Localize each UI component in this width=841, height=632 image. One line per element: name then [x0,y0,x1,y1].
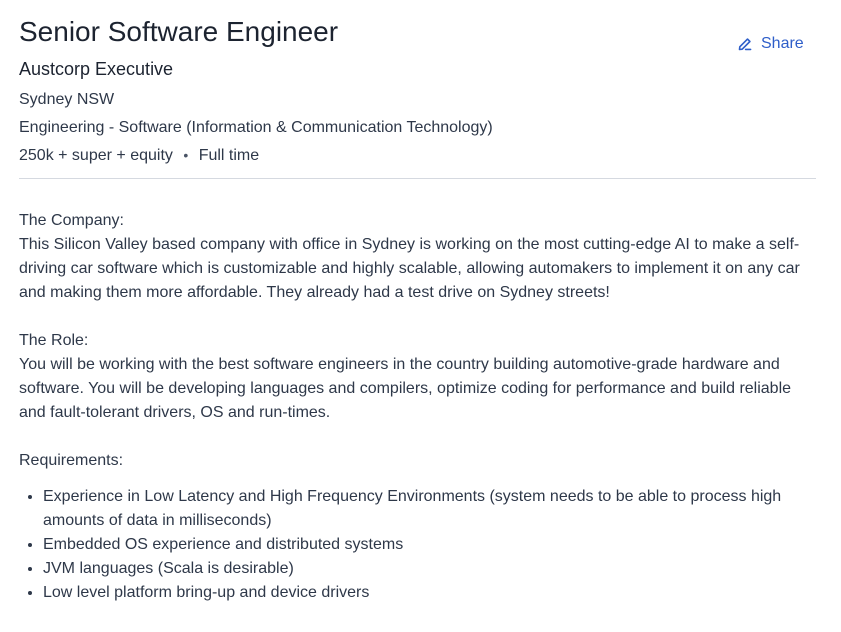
job-title: Senior Software Engineer [19,16,339,47]
job-location: Sydney NSW [19,91,115,108]
requirements-heading: Requirements: [19,452,124,469]
job-salary-worktype: 250k + super + equity • Full time [19,144,259,167]
share-label: Share [761,35,804,52]
job-classification: Engineering - Software (Information & Co… [19,119,493,136]
job-salary: 250k + super + equity [19,147,173,164]
company-heading: The Company: [19,212,124,229]
role-paragraph: You will be working with the best softwa… [19,356,792,421]
role-heading: The Role: [19,332,89,349]
share-button[interactable]: Share [737,33,804,55]
share-icon [737,36,753,52]
list-item: JVM languages (Scala is desirable) [43,557,816,581]
list-item: Experience in Low Latency and High Frequ… [43,485,816,533]
job-work-type: Full time [198,147,260,164]
separator-dot: • [183,147,189,163]
list-item: Low level platform bring-up and device d… [43,581,816,605]
company-paragraph: This Silicon Valley based company with o… [19,236,800,301]
header-divider [19,178,816,179]
requirements-list: Experience in Low Latency and High Frequ… [19,485,816,605]
job-description: The Company: This Silicon Valley based c… [19,209,816,605]
company-name[interactable]: Austcorp Executive [19,57,173,81]
list-item: Embedded OS experience and distributed s… [43,533,816,557]
